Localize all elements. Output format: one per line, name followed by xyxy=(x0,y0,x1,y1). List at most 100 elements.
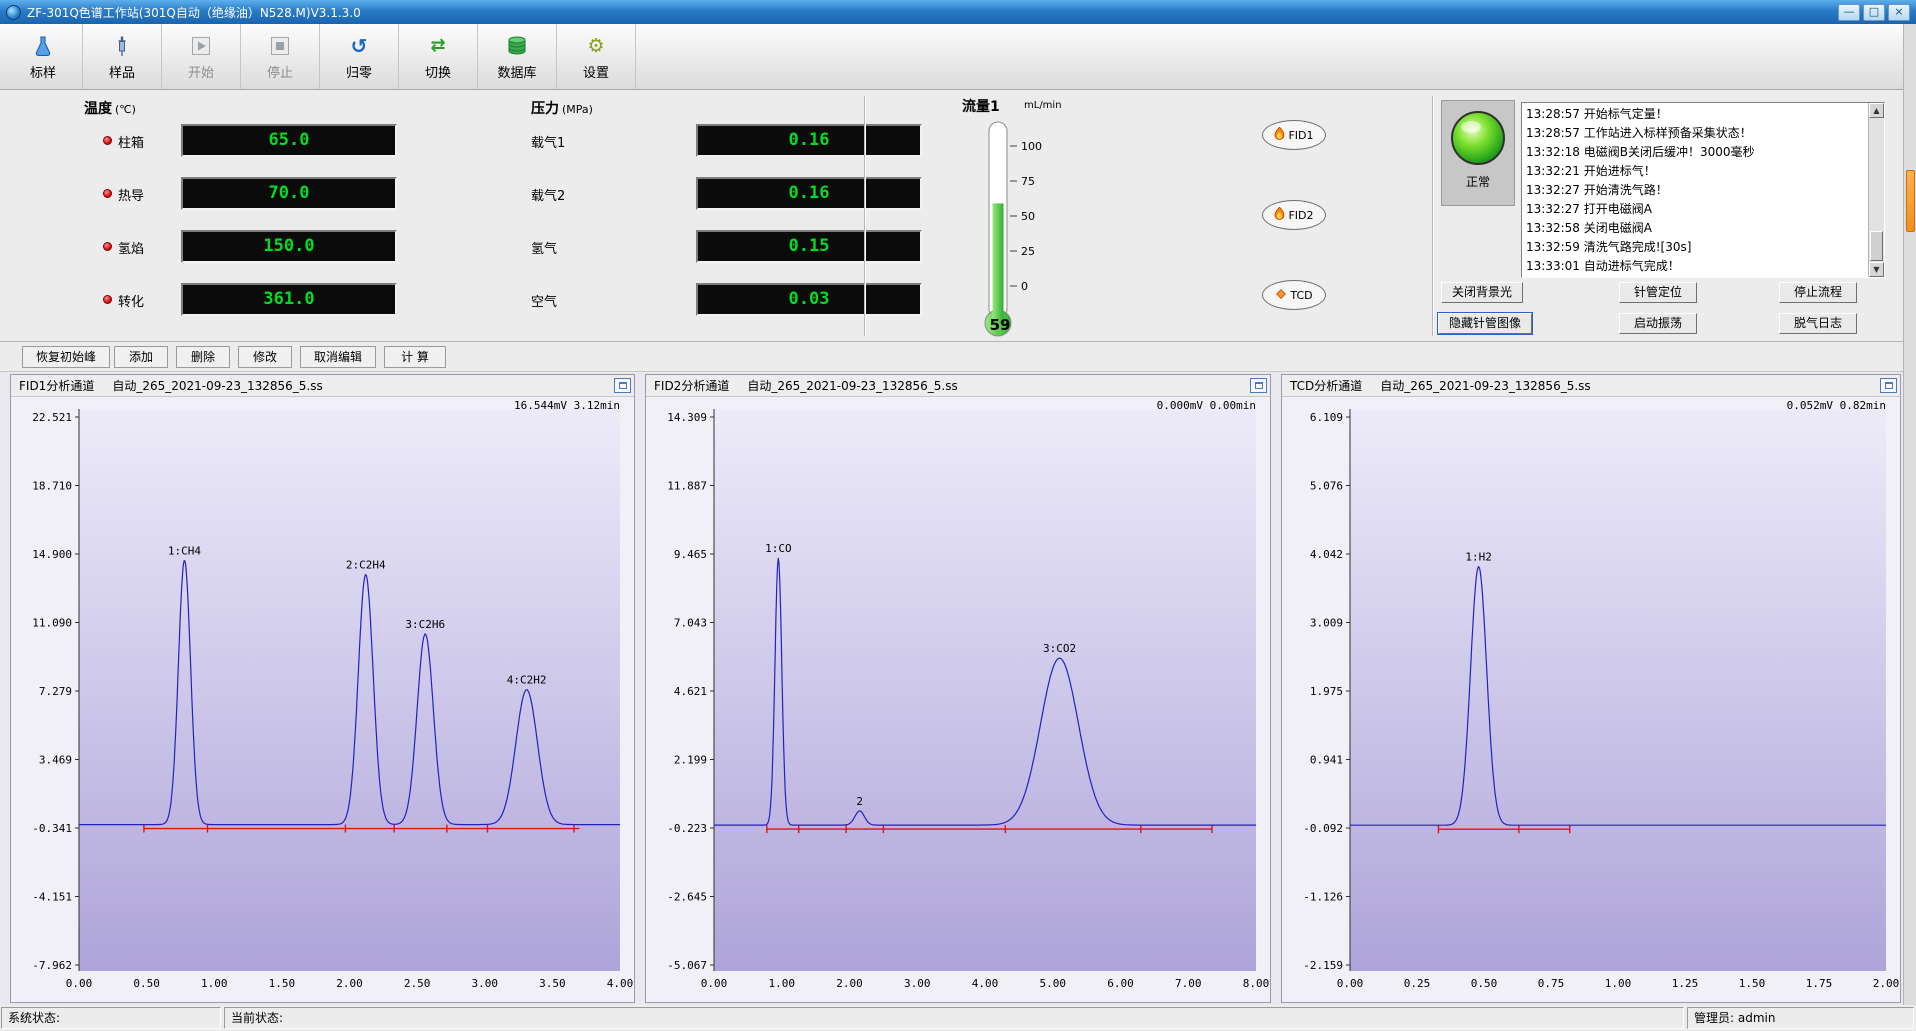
close-backlight-button[interactable]: 关闭背景光 xyxy=(1441,282,1523,303)
svg-text:1.00: 1.00 xyxy=(201,977,228,990)
svg-text:0.00: 0.00 xyxy=(701,977,728,990)
admin-cell: 管理员: admin xyxy=(1687,1007,1914,1029)
calculate-button[interactable]: 计 算 xyxy=(384,346,446,368)
svg-text:3:C2H6: 3:C2H6 xyxy=(405,618,445,631)
temp-led-fid xyxy=(103,242,112,251)
log-scrollbar[interactable]: ▲ ▼ xyxy=(1868,103,1884,277)
log-line: 13:32:58 关闭电磁阀A xyxy=(1526,219,1880,238)
log-line: 13:32:18 电磁阀B关闭后缓冲！3000毫秒 xyxy=(1526,143,1880,162)
standard-sample-button[interactable]: 标样 xyxy=(4,24,83,89)
temp-led-column-oven xyxy=(103,136,112,145)
toolbar-label: 开始 xyxy=(188,62,214,81)
syringe-icon xyxy=(111,33,133,59)
database-button[interactable]: 数据库 xyxy=(478,24,557,89)
database-icon xyxy=(506,33,528,59)
chromatogram-tcd[interactable]: 6.1095.0764.0423.0091.9750.941-0.092-1.1… xyxy=(1282,397,1900,1002)
pressure-label-hydrogen: 氢气 xyxy=(531,238,557,257)
zero-reset-button[interactable]: ↺ 归零 xyxy=(320,24,399,89)
stop-flow-button[interactable]: 停止流程 xyxy=(1779,282,1857,303)
chromatogram-fid1[interactable]: 22.52118.71014.90011.0907.2793.469-0.341… xyxy=(11,397,634,1002)
temperature-title: 温度(℃) xyxy=(84,98,136,118)
svg-text:3.00: 3.00 xyxy=(904,977,931,990)
tcd-diamond-icon xyxy=(1275,288,1287,303)
svg-text:11.887: 11.887 xyxy=(667,480,707,493)
svg-text:100: 100 xyxy=(1021,140,1042,153)
start-oscillation-button[interactable]: 启动振荡 xyxy=(1619,313,1697,334)
chromatogram-fid2[interactable]: 14.30911.8879.4657.0434.6212.199-0.223-2… xyxy=(646,397,1270,1002)
settings-button[interactable]: ⚙ 设置 xyxy=(557,24,636,89)
window-title: ZF-301Q色谱工作站(301Q自动（绝缘油）N528.M)V3.1.3.0 xyxy=(27,4,361,21)
detector-fid2-button[interactable]: FID2 xyxy=(1262,200,1326,230)
svg-text:3.469: 3.469 xyxy=(39,754,72,767)
add-button[interactable]: 添加 xyxy=(114,346,168,368)
pressure-unit: (MPa) xyxy=(562,103,593,116)
delete-button[interactable]: 删除 xyxy=(176,346,230,368)
main-toolbar: 标样 样品 开始 停止 ↺ 归零 ⇄ 切换 xyxy=(0,24,1916,90)
app-window: ZF-301Q色谱工作站(301Q自动（绝缘油）N528.M)V3.1.3.0 … xyxy=(0,0,1916,1031)
modify-button[interactable]: 修改 xyxy=(238,346,292,368)
detector-label: FID1 xyxy=(1288,129,1313,142)
chart-header: FID2分析通道 自动_265_2021-09-23_132856_5.ss xyxy=(646,375,1270,397)
right-edge-scrollbar[interactable] xyxy=(1903,24,1916,1005)
svg-text:1.00: 1.00 xyxy=(1605,977,1632,990)
close-button[interactable]: × xyxy=(1888,4,1910,21)
maximize-button[interactable]: □ xyxy=(1863,4,1885,21)
needle-position-button[interactable]: 针管定位 xyxy=(1619,282,1697,303)
svg-text:2.00: 2.00 xyxy=(336,977,363,990)
svg-text:1.50: 1.50 xyxy=(269,977,296,990)
status-light xyxy=(1449,109,1507,167)
svg-text:-1.126: -1.126 xyxy=(1303,891,1343,904)
svg-text:-5.067: -5.067 xyxy=(667,959,707,972)
svg-text:11.090: 11.090 xyxy=(32,617,72,630)
svg-text:-0.092: -0.092 xyxy=(1303,822,1343,835)
chart-maximize-button[interactable] xyxy=(614,378,631,393)
flow-gauge-thermometer: 100 75 50 25 0 xyxy=(948,116,1068,342)
svg-text:1:CH4: 1:CH4 xyxy=(168,544,201,557)
cancel-edit-button[interactable]: 取消编辑 xyxy=(300,346,376,368)
pressure-label-air: 空气 xyxy=(531,291,557,310)
log-scroll-thumb[interactable] xyxy=(1870,231,1883,261)
svg-text:5.00: 5.00 xyxy=(1040,977,1067,990)
temp-label-tcd: 热导 xyxy=(118,185,144,204)
scroll-down-icon[interactable]: ▼ xyxy=(1869,262,1884,277)
svg-text:4.621: 4.621 xyxy=(674,685,707,698)
hide-needle-image-button[interactable]: 隐藏针管图像 xyxy=(1438,313,1532,334)
svg-text:3.00: 3.00 xyxy=(472,977,499,990)
svg-text:7.00: 7.00 xyxy=(1175,977,1202,990)
flow-title: 流量1 xyxy=(962,96,1000,116)
status-light-box: 正常 xyxy=(1441,100,1515,206)
scroll-up-icon[interactable]: ▲ xyxy=(1869,103,1884,118)
svg-text:2.00: 2.00 xyxy=(836,977,863,990)
svg-text:1.75: 1.75 xyxy=(1806,977,1833,990)
flow-value: 59 xyxy=(970,316,1030,334)
svg-text:-0.223: -0.223 xyxy=(667,822,707,835)
svg-text:2.50: 2.50 xyxy=(404,977,431,990)
switch-button[interactable]: ⇄ 切换 xyxy=(399,24,478,89)
chart-maximize-button[interactable] xyxy=(1880,378,1897,393)
degas-log-button[interactable]: 脱气日志 xyxy=(1779,313,1857,334)
restore-initial-peak-button[interactable]: 恢复初始峰 xyxy=(22,346,110,368)
temp-label-fid: 氢焰 xyxy=(118,238,144,257)
stop-button[interactable]: 停止 xyxy=(241,24,320,89)
svg-text:5.076: 5.076 xyxy=(1310,480,1343,493)
temp-label-column-oven: 柱箱 xyxy=(118,132,144,151)
toolbar-label: 样品 xyxy=(109,62,135,81)
toolbar-label: 归零 xyxy=(346,62,372,81)
chart-maximize-button[interactable] xyxy=(1250,378,1267,393)
right-edge-tab[interactable] xyxy=(1906,170,1915,232)
svg-text:1.975: 1.975 xyxy=(1310,685,1343,698)
minimize-button[interactable]: — xyxy=(1838,4,1860,21)
sample-button[interactable]: 样品 xyxy=(83,24,162,89)
svg-text:22.521: 22.521 xyxy=(32,411,72,424)
pressure-display-carrier1: 0.16 xyxy=(696,124,922,157)
start-button[interactable]: 开始 xyxy=(162,24,241,89)
flame-icon xyxy=(1274,127,1285,144)
detector-fid1-button[interactable]: FID1 xyxy=(1262,120,1326,150)
flow-unit: mL/min xyxy=(1024,100,1062,111)
system-status-cell: 系统状态: xyxy=(1,1007,221,1029)
current-status-cell: 当前状态: xyxy=(224,1007,1684,1029)
detector-tcd-button[interactable]: TCD xyxy=(1262,280,1326,310)
message-log[interactable]: 13:28:57 开始标气定量！ 13:28:57 工作站进入标样预备采集状态！… xyxy=(1521,102,1885,278)
svg-text:1:CO: 1:CO xyxy=(765,542,792,555)
toolbar-label: 标样 xyxy=(30,62,56,81)
